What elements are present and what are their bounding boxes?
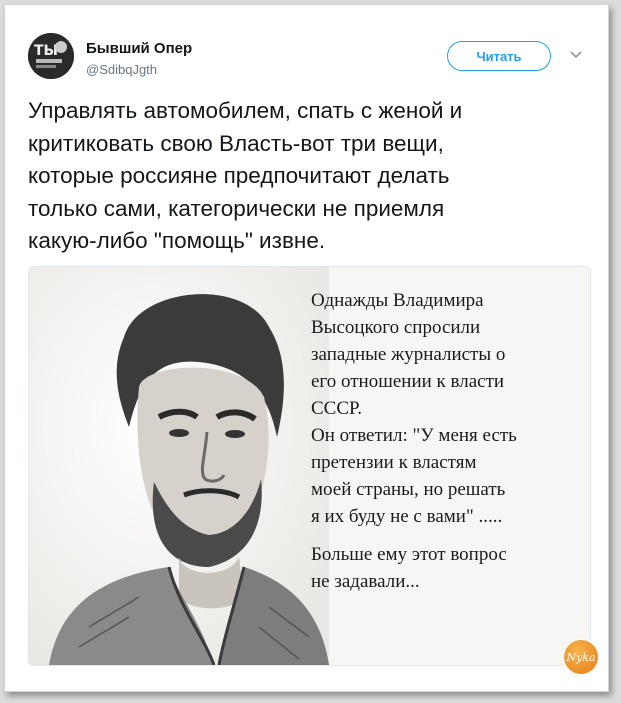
chevron-down-icon[interactable] xyxy=(569,50,583,60)
quote-text-block: Однажды Владимира Высоцкого спросили зап… xyxy=(311,287,583,595)
watermark-text: Nyka xyxy=(566,650,596,664)
follow-button[interactable]: Читать xyxy=(447,41,551,71)
portrait-illustration xyxy=(29,267,329,665)
quote-paragraph-final: Больше ему этот вопрос не задавали... xyxy=(311,544,507,592)
tweet-text: Управлять автомобилем, спать с женой и к… xyxy=(28,98,463,253)
svg-text:ТЫ: ТЫ xyxy=(34,43,58,59)
user-handle[interactable]: @SdibqJgth xyxy=(86,62,157,77)
avatar-logo-icon: ТЫ xyxy=(28,33,74,79)
user-name[interactable]: Бывший Опер xyxy=(86,40,192,57)
watermark-logo-icon: Nyka xyxy=(562,638,600,676)
avatar[interactable]: ТЫ xyxy=(28,33,74,79)
tweet-media-image[interactable]: Однажды Владимира Высоцкого спросили зап… xyxy=(28,266,591,666)
quote-paragraph-main: Однажды Владимира Высоцкого спросили зап… xyxy=(311,290,517,527)
